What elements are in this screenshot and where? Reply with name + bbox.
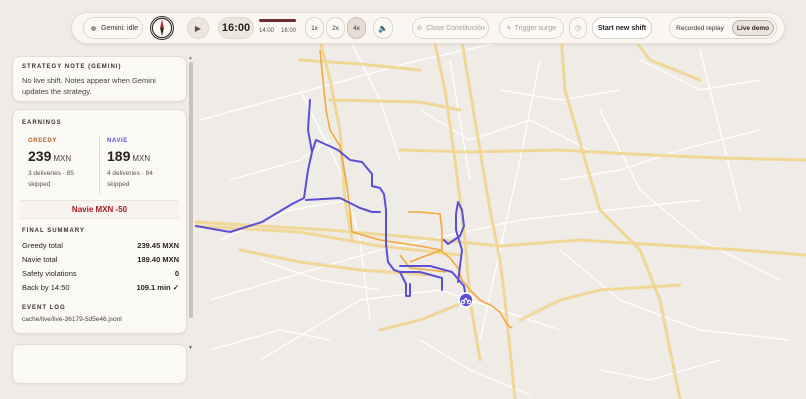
live-demo-tab[interactable]: Live demo — [732, 20, 774, 36]
next-panel-card — [12, 344, 187, 384]
greedy-unit: MXN — [53, 154, 72, 163]
earnings-difference: Navie MXN -50 — [20, 200, 179, 219]
gemini-status-text: Gemini: idle — [101, 24, 138, 32]
close-circle-icon: ⊘ — [416, 25, 423, 32]
trigger-surge-label: Trigger surge — [514, 24, 557, 32]
clock-icon: ◷ — [574, 25, 582, 32]
speaker-icon: 🔈 — [378, 23, 388, 33]
event-log-path[interactable]: cache/live/live-36179-5d5e46.jsonl — [22, 316, 122, 323]
courier-marker[interactable] — [458, 292, 474, 308]
navie-column: NAVIE 189 MXN 4 deliveries · 84 skipped — [107, 138, 179, 190]
event-log-title: EVENT LOG — [22, 305, 66, 311]
recorded-replay-tab[interactable]: Recorded replay — [672, 20, 728, 36]
mode-switch: Recorded replay Live demo — [669, 17, 777, 39]
summary-row-greedy-total: Greedy total 239.45 MXN — [22, 241, 179, 250]
play-icon: ▶ — [194, 23, 202, 33]
timeline-end-time: 16:00 — [281, 28, 297, 34]
greedy-amount: 239 MXN — [28, 148, 72, 164]
navie-amount: 189 MXN — [107, 148, 151, 164]
greedy-column: GREEDY 239 MXN 3 deliveries · 85 skipped — [28, 138, 100, 190]
timeline-start-time: 14:00 — [259, 28, 275, 34]
clock-display: 16:00 — [218, 17, 254, 39]
compass-icon[interactable] — [150, 16, 174, 40]
speed-4x-button[interactable]: 4x — [347, 17, 366, 39]
navie-deliveries: 4 deliveries · 84 skipped — [107, 170, 153, 188]
gemini-status-pill: Gemini: idle — [83, 17, 143, 39]
greedy-label: GREEDY — [28, 138, 57, 144]
summary-row-safety-violations: Safety violations 0 — [22, 269, 179, 278]
speed-2x-button[interactable]: 2x — [326, 17, 345, 39]
trigger-surge-button[interactable]: ϟ Trigger surge — [499, 17, 564, 39]
sound-toggle-button[interactable]: 🔈 — [373, 17, 393, 39]
final-summary-title: FINAL SUMMARY — [22, 228, 85, 234]
earnings-title: EARNINGS — [22, 120, 62, 126]
start-new-shift-button[interactable]: Start new shift — [592, 17, 652, 39]
strategy-note-title: STRATEGY NOTE (GEMINI) — [22, 64, 122, 70]
summary-row-back-by: Back by 14:50 109.1 min ✓ — [22, 283, 179, 292]
status-dot-icon — [91, 25, 96, 31]
strategy-note-text: No live shift. Notes appear when Gemini … — [22, 76, 156, 96]
timeline-slider[interactable] — [259, 19, 296, 22]
panel-scrollbar[interactable] — [189, 62, 193, 318]
navie-label: NAVIE — [107, 138, 128, 144]
speed-1x-button[interactable]: 1x — [305, 17, 324, 39]
lightning-icon: ϟ — [506, 24, 511, 32]
close-constitucion-button[interactable]: ⊘ Close Constitución — [412, 17, 489, 39]
scroll-up-icon[interactable]: ▲ — [188, 55, 193, 61]
strategy-note-card: STRATEGY NOTE (GEMINI) No live shift. No… — [12, 56, 187, 102]
scroll-down-icon[interactable]: ▼ — [188, 345, 193, 351]
close-constitucion-label: Close Constitución — [426, 24, 485, 32]
play-button[interactable]: ▶ — [187, 17, 209, 39]
summary-row-navie-total: Navie total 189.40 MXN — [22, 255, 179, 264]
greedy-deliveries: 3 deliveries · 85 skipped — [28, 170, 74, 188]
column-divider — [99, 136, 100, 194]
timer-button[interactable]: ◷ — [569, 17, 587, 39]
playback-toolbar: Gemini: idle ▶ 16:00 14:00 16:00 1x 2x 4… — [71, 12, 785, 44]
timeline-progress — [259, 19, 296, 22]
navie-unit: MXN — [132, 154, 151, 163]
earnings-card: EARNINGS GREEDY 239 MXN 3 deliveries · 85… — [12, 109, 187, 334]
